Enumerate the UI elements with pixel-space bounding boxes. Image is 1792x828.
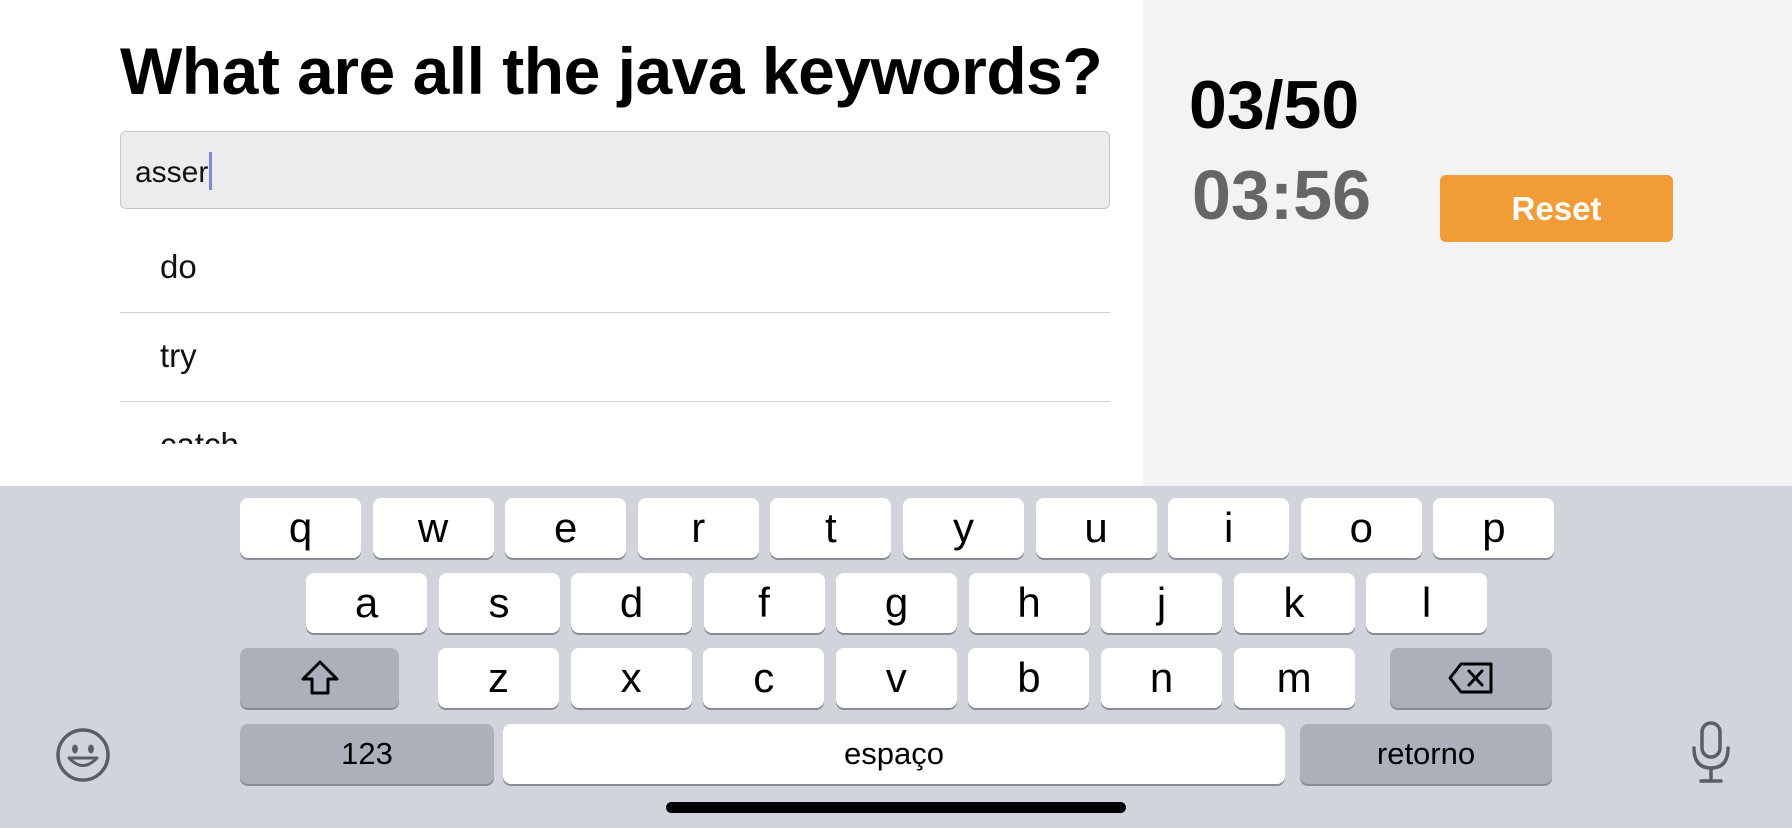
key-c[interactable]: c [703, 648, 825, 708]
key-i[interactable]: i [1168, 498, 1290, 558]
key-z[interactable]: z [438, 648, 559, 708]
answer-item: try [120, 313, 1110, 402]
score-counter: 03/50 [1189, 67, 1360, 143]
space-key[interactable]: espaço [503, 724, 1285, 784]
answer-item-label: try [160, 337, 197, 374]
key-v[interactable]: v [835, 648, 957, 708]
backspace-icon [1447, 661, 1495, 695]
key-p[interactable]: p [1433, 498, 1555, 558]
answer-item: catch [120, 402, 1110, 444]
key-w[interactable]: w [372, 498, 494, 558]
numbers-key[interactable]: 123 [240, 724, 494, 784]
key-x[interactable]: x [570, 648, 692, 708]
answer-input-text: asser [135, 152, 213, 190]
backspace-key[interactable] [1390, 648, 1552, 708]
key-h[interactable]: h [968, 573, 1090, 633]
key-u[interactable]: u [1035, 498, 1157, 558]
keyboard: qwertyuiop asdfghjkl zxcvbnm 123 espaço … [0, 486, 1792, 828]
answer-item-label: do [160, 248, 197, 285]
key-l[interactable]: l [1366, 573, 1487, 633]
microphone-icon[interactable] [1688, 720, 1734, 786]
key-r[interactable]: r [637, 498, 759, 558]
answer-item: do [120, 224, 1110, 313]
key-a[interactable]: a [306, 573, 427, 633]
key-g[interactable]: g [836, 573, 957, 633]
key-d[interactable]: d [571, 573, 692, 633]
return-key[interactable]: retorno [1300, 724, 1552, 784]
status-pane: 03/50 03:56 Reset [1143, 0, 1792, 486]
key-n[interactable]: n [1101, 648, 1222, 708]
question-title: What are all the java keywords? [120, 34, 1103, 108]
key-f[interactable]: f [703, 573, 825, 633]
key-y[interactable]: y [903, 498, 1024, 558]
key-o[interactable]: o [1300, 498, 1422, 558]
home-indicator [666, 802, 1126, 813]
quiz-pane: What are all the java keywords? asser do… [0, 0, 1143, 486]
key-e[interactable]: e [505, 498, 627, 558]
shift-key[interactable] [240, 648, 399, 708]
reset-button[interactable]: Reset [1440, 175, 1673, 242]
key-b[interactable]: b [968, 648, 1090, 708]
key-m[interactable]: m [1233, 648, 1355, 708]
key-t[interactable]: t [770, 498, 892, 558]
key-q[interactable]: q [240, 498, 361, 558]
emoji-icon[interactable] [55, 727, 111, 783]
shift-icon [299, 659, 341, 697]
timer: 03:56 [1192, 156, 1372, 234]
answer-item-label: catch [160, 426, 239, 444]
key-j[interactable]: j [1101, 573, 1222, 633]
answer-input[interactable]: asser [120, 131, 1110, 209]
text-caret [209, 152, 213, 190]
key-k[interactable]: k [1233, 573, 1355, 633]
answer-input-value: asser [135, 156, 209, 189]
key-s[interactable]: s [438, 573, 560, 633]
answers-list[interactable]: do try catch [120, 224, 1110, 444]
